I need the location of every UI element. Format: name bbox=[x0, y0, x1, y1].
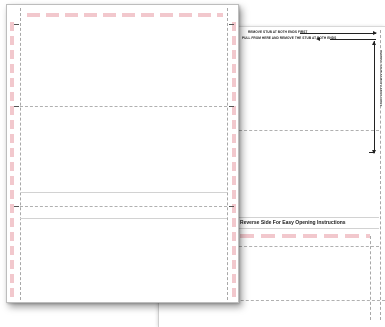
instruction-text-line-2: PULL FROM HERE AND REMOVE THE STUB AT BO… bbox=[242, 36, 337, 40]
lower-fold-line bbox=[20, 218, 227, 219]
back-fold-line-2 bbox=[239, 228, 379, 229]
middle-perforation bbox=[20, 206, 227, 207]
vertical-arrow-line bbox=[374, 41, 375, 153]
right-pin-strip bbox=[232, 22, 236, 300]
back-lower-right-perforation bbox=[370, 236, 371, 320]
tick-mark bbox=[14, 206, 19, 207]
tick-mark bbox=[229, 106, 234, 107]
front-form-sheet bbox=[6, 4, 239, 303]
arrow-line-top bbox=[300, 33, 376, 34]
back-lower-perforation bbox=[239, 246, 379, 247]
right-perforation bbox=[227, 8, 228, 300]
left-pin-strip bbox=[10, 22, 14, 300]
fold-line bbox=[20, 192, 227, 193]
arrowhead-up-icon bbox=[372, 41, 376, 45]
tick-mark bbox=[14, 24, 19, 25]
reverse-side-note: Reverse Side For Easy Opening Instructio… bbox=[240, 220, 346, 226]
arrow-base-tick bbox=[369, 152, 375, 153]
tick-mark bbox=[14, 106, 19, 107]
back-middle-perforation bbox=[239, 130, 379, 131]
arrowhead-right-icon bbox=[373, 31, 377, 35]
left-perforation bbox=[20, 8, 21, 300]
arrowhead-left-icon bbox=[316, 37, 320, 41]
back-right-perforation bbox=[380, 30, 381, 320]
side-instruction-text: REMOVE STUB AT BOTH ENDS FIRST bbox=[379, 50, 383, 107]
instruction-text-line-1: REMOVE STUB AT BOTH ENDS FIRST bbox=[248, 30, 308, 34]
back-pin-strip bbox=[240, 234, 370, 238]
tick-mark bbox=[229, 24, 234, 25]
top-pin-strip bbox=[27, 13, 223, 17]
back-fold-line bbox=[239, 217, 379, 218]
arrow-line-second bbox=[330, 39, 376, 40]
upper-perforation bbox=[20, 106, 227, 107]
tick-mark bbox=[229, 206, 234, 207]
